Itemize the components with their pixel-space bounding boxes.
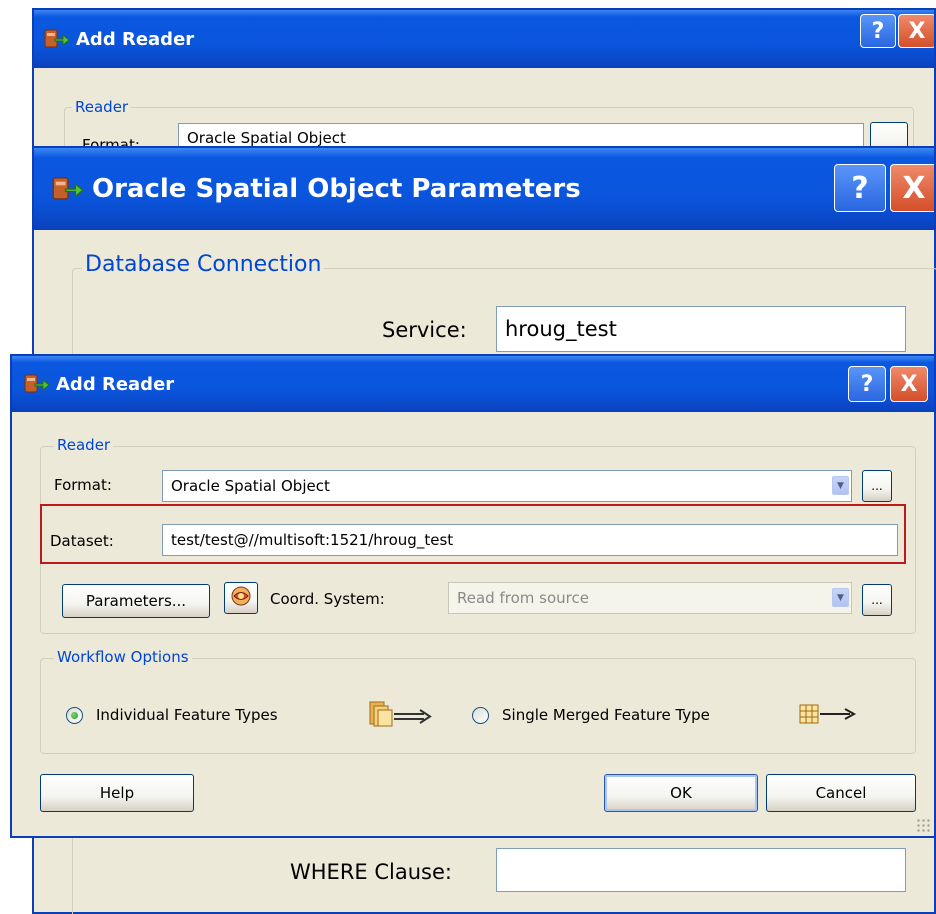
help-icon[interactable]: ?	[848, 366, 886, 402]
reader-legend: Reader	[54, 436, 114, 454]
add-reader-window: Add Reader ? X Reader Format: Oracle Spa…	[10, 354, 936, 838]
database-connection-legend: Database Connection	[82, 252, 325, 277]
window-title: Add Reader	[56, 373, 175, 395]
format-dropdown-arrow[interactable]: ▼	[832, 476, 849, 495]
coordinate-system-icon	[230, 585, 252, 611]
back-window-title: Add Reader	[76, 28, 195, 50]
title-bar[interactable]: Add Reader ? X	[12, 356, 934, 412]
help-icon[interactable]: ?	[834, 164, 886, 212]
service-input[interactable]: hroug_test	[496, 306, 906, 352]
help-icon[interactable]: ?	[860, 14, 896, 48]
single-feature-type-icon	[798, 702, 858, 730]
coord-system-label: Coord. System:	[270, 590, 385, 608]
coord-system-value: Read from source	[457, 589, 589, 607]
single-merged-feature-type-radio[interactable]	[472, 707, 489, 724]
params-title-bar[interactable]: Oracle Spatial Object Parameters ? X	[34, 148, 934, 230]
ok-button-label: OK	[670, 784, 692, 802]
dataset-value: test/test@//multisoft:1521/hroug_test	[171, 531, 454, 549]
help-button[interactable]: Help	[40, 774, 194, 812]
service-label: Service:	[382, 318, 467, 342]
coord-dropdown-arrow[interactable]: ▼	[832, 588, 849, 607]
chevron-down-icon: ▼	[837, 592, 844, 603]
workflow-options-legend: Workflow Options	[54, 648, 192, 666]
back-title-bar[interactable]: Add Reader ? X	[34, 10, 934, 68]
cancel-button[interactable]: Cancel	[766, 774, 916, 812]
chevron-down-icon: ▼	[837, 480, 844, 491]
coord-system-select[interactable]: Read from source	[448, 582, 852, 614]
app-icon	[24, 373, 50, 395]
ok-button[interactable]: OK	[604, 774, 758, 812]
multiple-feature-types-icon	[368, 700, 432, 732]
help-button-label: Help	[99, 784, 135, 802]
back-format-value: Oracle Spatial Object	[187, 129, 346, 147]
where-clause-label: WHERE Clause:	[290, 860, 452, 884]
back-reader-legend: Reader	[72, 98, 132, 116]
coord-system-button[interactable]	[224, 582, 258, 614]
where-clause-input[interactable]	[496, 848, 906, 892]
individual-feature-types-radio[interactable]	[66, 707, 83, 724]
close-icon[interactable]: X	[890, 164, 934, 212]
params-window-title: Oracle Spatial Object Parameters	[92, 174, 581, 204]
service-value: hroug_test	[505, 317, 617, 341]
format-browse-button[interactable]: ...	[862, 470, 892, 502]
parameters-button[interactable]: Parameters...	[62, 584, 210, 618]
single-merged-feature-type-label[interactable]: Single Merged Feature Type	[502, 706, 710, 724]
individual-feature-types-label[interactable]: Individual Feature Types	[96, 706, 278, 724]
app-icon	[52, 175, 84, 203]
format-select[interactable]: Oracle Spatial Object	[162, 470, 852, 502]
close-icon[interactable]: X	[890, 366, 928, 402]
resize-grip-icon[interactable]	[916, 818, 930, 832]
close-icon[interactable]: X	[898, 14, 934, 48]
parameters-button-label: Parameters...	[85, 592, 187, 610]
cancel-button-label: Cancel	[815, 784, 867, 802]
format-value: Oracle Spatial Object	[171, 477, 330, 495]
dataset-input[interactable]: test/test@//multisoft:1521/hroug_test	[162, 524, 898, 556]
back-add-reader-window: Add Reader ? X Reader Format: Oracle Spa…	[32, 8, 936, 167]
format-label: Format:	[54, 476, 112, 494]
app-icon	[44, 28, 70, 50]
coord-browse-button[interactable]: ...	[862, 584, 892, 616]
dataset-label: Dataset:	[50, 532, 114, 550]
